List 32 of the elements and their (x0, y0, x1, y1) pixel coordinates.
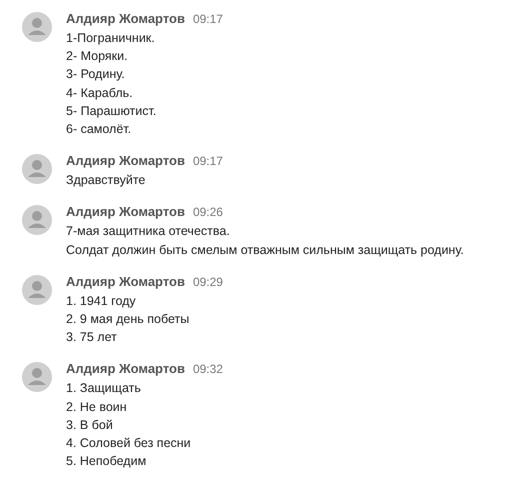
message-line: Солдат должин быть смелым отважным сильным защищать родину. (66, 242, 464, 259)
message-line: 4- Карабль. (66, 84, 134, 102)
message-line: 1. 1941 году (66, 292, 137, 310)
avatar-icon (22, 154, 52, 184)
message-line: 2. 9 мая день побеты (66, 311, 190, 328)
author-name: Алдияр Жомартов (66, 272, 185, 291)
avatar-icon (22, 362, 52, 392)
message-line: 3. 75 лет (66, 329, 118, 346)
message-line: 2. Не воин (66, 398, 128, 416)
message-line: 7-мая защитника отечества. (66, 223, 231, 240)
message-line: 1-Пограничник. (66, 30, 156, 47)
author-name: Алдияр Жомартов (66, 203, 185, 222)
author-name: Алдияр Жомартов (66, 10, 185, 28)
message-line: 5. Непобедим (66, 453, 148, 470)
message-time: 09:17 (192, 153, 223, 170)
message-line: 3. В бой (66, 416, 114, 434)
author-name: Алдияр Жомартов (66, 360, 185, 378)
avatar-icon (22, 205, 52, 236)
avatar-icon (22, 12, 52, 42)
message-time: 09:26 (192, 204, 223, 222)
author-name: Алдияр Жомартов (66, 152, 185, 170)
message-time: 09:17 (192, 11, 223, 28)
message-line: 6- самолёт. (66, 121, 132, 138)
message-line: 3- Родину. (66, 66, 126, 84)
message-time: 09:32 (192, 361, 223, 378)
message-line: Здравствуйте (66, 172, 146, 190)
message-line: 2- Моряки. (66, 48, 129, 66)
avatar-icon (22, 274, 52, 305)
message-line: 4. Соловей без песни (66, 435, 192, 452)
message-line: 1. Защищать (66, 380, 142, 398)
message-line: 5- Парашютист. (66, 102, 158, 120)
message-time: 09:29 (192, 274, 223, 291)
